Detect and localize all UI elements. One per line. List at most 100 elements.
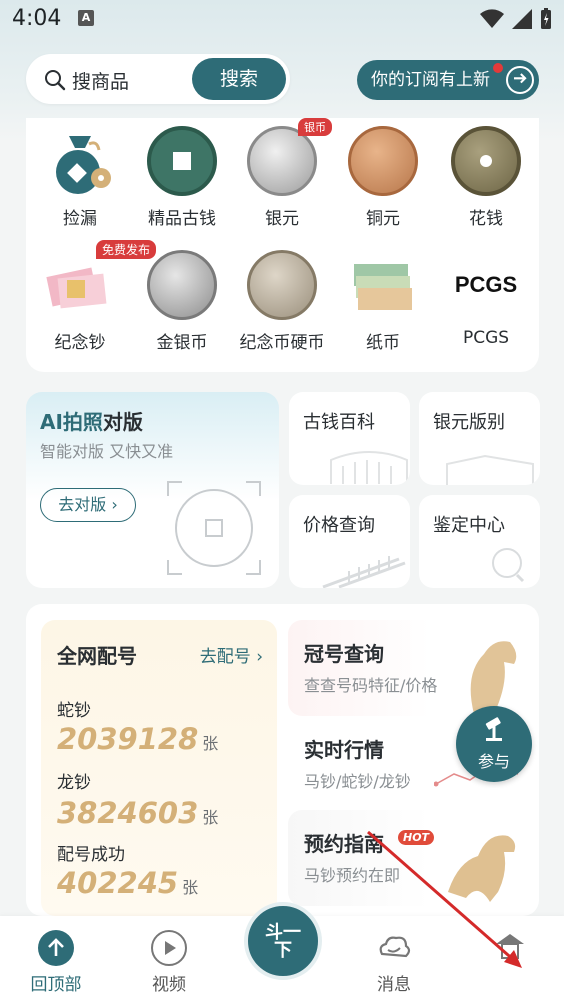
category-label: PCGS xyxy=(462,328,510,348)
commemorative-note-icon xyxy=(45,250,115,320)
tab-label: 消息 xyxy=(377,975,411,995)
wifi-icon xyxy=(480,9,504,28)
service-subtitle: 马钞/蛇钞/龙钞 xyxy=(304,772,411,791)
subscription-label: 你的订阅有上新 xyxy=(371,70,490,90)
category-jianlou[interactable]: 捡漏 xyxy=(30,126,130,229)
arrow-right-circle-icon xyxy=(506,66,534,94)
play-icon xyxy=(151,930,187,966)
service-title: 实时行情 xyxy=(304,738,384,762)
tool-ancient-coin-encyclopedia[interactable]: 古钱百科 xyxy=(289,392,410,485)
cloud-message-icon xyxy=(376,930,412,966)
service-serial-lookup[interactable]: 冠号查询 查查号码特征/价格 xyxy=(288,620,524,716)
category-label: 铜元 xyxy=(366,209,400,229)
tool-silver-dollar-variety[interactable]: 银元版别 xyxy=(419,392,540,485)
search-icon xyxy=(45,70,66,91)
status-icons xyxy=(480,8,552,30)
category-label: 精品古钱 xyxy=(148,209,216,229)
notification-a-icon: A xyxy=(78,10,94,26)
go-match-button[interactable]: 去对版 › xyxy=(40,488,136,522)
horse-icon xyxy=(448,835,516,902)
category-silver-dollar[interactable]: 银币 银元 xyxy=(232,118,332,229)
stat-value: 3824603 张 xyxy=(57,796,219,830)
service-reservation-guide[interactable]: 预约指南 HOT 马钞预约在即 xyxy=(288,810,524,906)
tab-label: 回顶部 xyxy=(30,975,82,995)
category-grid: 捡漏 精品古钱 银币 银元 铜元 花钱 免费发布 纪念钞 金银币 纪念币硬币 纸… xyxy=(26,118,539,372)
hot-badge: HOT xyxy=(398,830,435,845)
silver-dollar-icon xyxy=(247,126,317,196)
horse-head-icon xyxy=(470,641,517,714)
category-pcgs[interactable]: PCGS PCGS xyxy=(436,250,536,348)
banknote-icon xyxy=(348,250,418,320)
tool-label: 银元版别 xyxy=(433,412,505,433)
unread-dot xyxy=(493,63,503,73)
category-copper-coin[interactable]: 铜元 xyxy=(333,126,433,229)
service-subtitle: 马钞预约在即 xyxy=(304,866,401,885)
dou-yi-xia-label: 斗一下 xyxy=(265,922,301,961)
tab-back-to-top[interactable]: 回顶部 xyxy=(16,930,96,995)
pavilion-icon xyxy=(492,930,528,966)
tab-video[interactable]: 视频 xyxy=(129,930,209,995)
category-label: 金银币 xyxy=(156,333,208,353)
tool-price-lookup[interactable]: 价格查询 xyxy=(289,495,410,588)
svg-text:PCGS: PCGS xyxy=(455,272,517,297)
dou-yi-xia-button[interactable]: 斗一下 xyxy=(244,902,322,980)
tool-label: 鉴定中心 xyxy=(433,515,505,536)
stat-label: 龙钞 xyxy=(57,773,91,793)
go-match-link[interactable]: 去配号 › xyxy=(200,642,263,667)
category-commemorative-note[interactable]: 免费发布 纪念钞 xyxy=(30,240,157,353)
category-gold-silver-coin[interactable]: 金银币 xyxy=(132,250,232,353)
tool-label: 价格查询 xyxy=(303,515,375,536)
tab-label: 视频 xyxy=(152,975,186,995)
status-bar: 4:04 A xyxy=(0,0,564,40)
ai-subtitle: 智能对版 又快又准 xyxy=(40,442,174,461)
search-input[interactable]: 搜商品 xyxy=(72,67,129,94)
stat-value: 2039128 张 xyxy=(57,722,219,756)
stat-value: 402245 张 xyxy=(57,866,199,900)
search-box[interactable]: 搜商品 搜索 xyxy=(26,54,290,104)
status-time: 4:04 xyxy=(12,6,62,31)
category-ancient-coins[interactable]: 精品古钱 xyxy=(132,126,232,229)
category-label: 纪念币硬币 xyxy=(239,333,325,353)
cell-signal-icon xyxy=(512,9,532,29)
category-banknote[interactable]: 纸币 xyxy=(333,250,433,353)
building-icon xyxy=(446,454,534,485)
service-title: 冠号查询 xyxy=(304,642,384,666)
magnifier-icon xyxy=(492,548,525,583)
category-commemorative-coin[interactable]: 纪念币硬币 xyxy=(232,250,332,353)
category-label: 银元 xyxy=(265,209,299,229)
category-label: 纸币 xyxy=(366,333,400,353)
copper-coin-icon xyxy=(348,126,418,196)
stat-label: 配号成功 xyxy=(57,845,125,865)
money-bag-icon xyxy=(45,126,115,196)
commemorative-coin-icon xyxy=(247,250,317,320)
abacus-icon xyxy=(322,556,406,588)
category-tag: 银币 xyxy=(298,118,332,136)
flower-coin-icon xyxy=(451,126,521,196)
participate-button[interactable]: 参与 xyxy=(456,706,532,782)
match-title: 全网配号 xyxy=(57,644,137,668)
tab-profile[interactable] xyxy=(470,930,550,970)
category-label: 花钱 xyxy=(469,209,503,229)
serial-match-panel[interactable]: 全网配号 去配号 › 蛇钞 2039128 张 龙钞 3824603 张 配号成功 … xyxy=(41,620,277,916)
category-label: 纪念钞 xyxy=(54,333,106,353)
category-label: 捡漏 xyxy=(63,209,97,229)
building-icon xyxy=(330,451,408,484)
tool-authentication-center[interactable]: 鉴定中心 xyxy=(419,495,540,588)
service-title: 预约指南 xyxy=(304,832,384,856)
stat-label: 蛇钞 xyxy=(57,701,91,721)
ai-photo-match-card[interactable]: AI拍照对版 智能对版 又快又准 去对版 › xyxy=(26,392,279,588)
pcgs-logo-icon: PCGS xyxy=(451,250,521,320)
ancient-coin-icon xyxy=(147,126,217,196)
ai-title: AI拍照对版 xyxy=(40,410,143,434)
auction-hammer-icon xyxy=(485,717,502,741)
search-button[interactable]: 搜索 xyxy=(192,58,286,100)
tool-label: 古钱百科 xyxy=(303,412,375,433)
tab-messages[interactable]: 消息 xyxy=(354,930,434,995)
arrow-up-icon xyxy=(38,930,74,966)
subscription-updates-button[interactable]: 你的订阅有上新 xyxy=(357,60,539,100)
participate-label: 参与 xyxy=(477,752,510,771)
category-flower-coin[interactable]: 花钱 xyxy=(436,126,536,229)
service-subtitle: 查查号码特征/价格 xyxy=(304,676,438,695)
coin-scan-icon xyxy=(167,481,261,575)
battery-icon xyxy=(541,8,551,29)
